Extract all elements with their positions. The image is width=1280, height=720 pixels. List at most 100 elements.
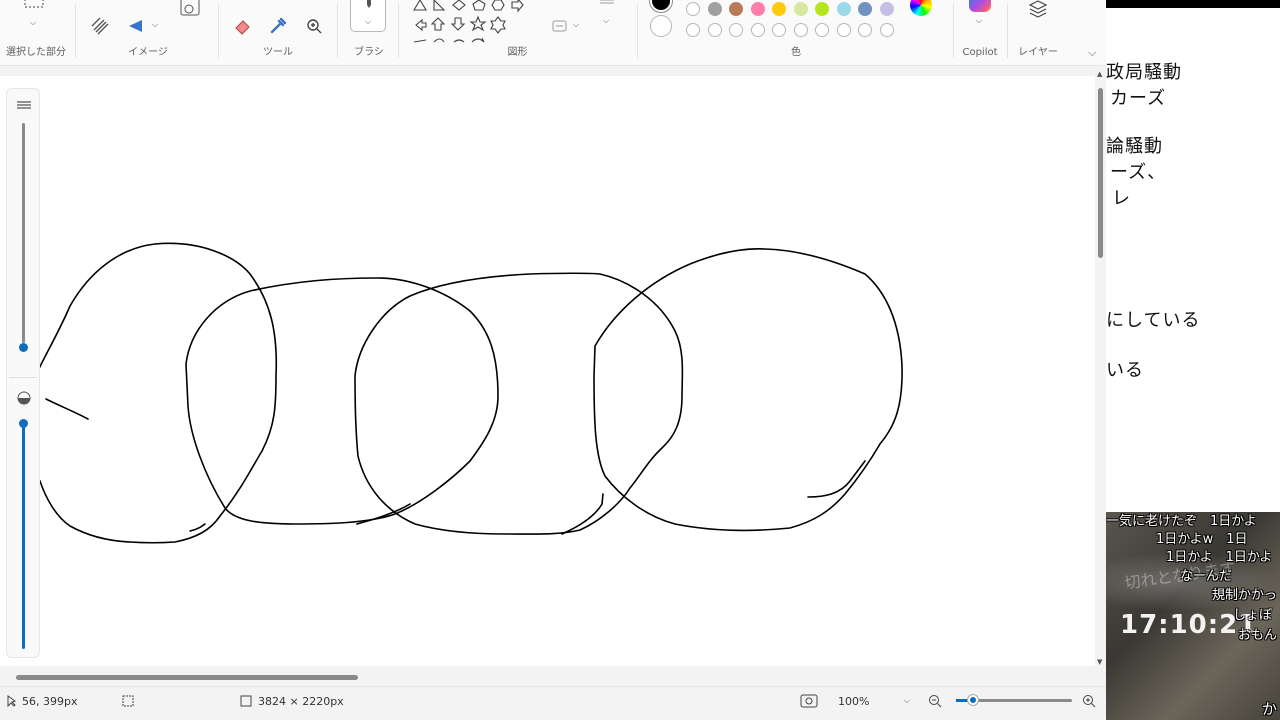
pointer-icon	[7, 695, 16, 707]
custom-color-swatch[interactable]	[793, 23, 808, 37]
color-swatch[interactable]	[793, 2, 808, 16]
image-group: ⌵ イメージ	[78, 0, 218, 66]
stroke-circle-2	[185, 277, 499, 525]
copilot-icon[interactable]	[969, 0, 991, 12]
color-swatch[interactable]	[815, 2, 829, 16]
chat-comment: 一気に老けたぞ 1日かよ	[1106, 514, 1257, 529]
vertical-scrollbar[interactable]: ▲ ▼	[1095, 66, 1106, 676]
size-slider-knob[interactable]	[19, 343, 28, 352]
color-swatch[interactable]	[836, 2, 851, 16]
custom-color-swatch[interactable]	[707, 23, 722, 37]
color-swatch[interactable]	[707, 2, 722, 16]
custom-color-swatch[interactable]	[879, 23, 894, 37]
chevron-down-icon[interactable]: ⌵	[152, 20, 158, 30]
color-picker-icon	[270, 17, 287, 34]
select-rect-button[interactable]	[22, 0, 46, 18]
selection-size	[122, 687, 134, 715]
scroll-up-arrow-icon[interactable]: ▲	[1097, 70, 1102, 78]
color1-swatch[interactable]	[650, 0, 672, 12]
zoom-in-button[interactable]	[1082, 687, 1096, 715]
colors-group: 色	[640, 0, 952, 66]
stroke-tail-1	[189, 523, 206, 532]
scroll-down-arrow-icon[interactable]: ▼	[1097, 658, 1102, 666]
paint-window: ⌵ 選択した部分 ⌵ イメージ ツール ⌵ ブラシ ⌵ ⌵ 図形 色 ⌵ Cop…	[0, 0, 1106, 720]
size-slider-track[interactable]	[22, 123, 25, 343]
stroke-tail-2	[356, 503, 411, 525]
custom-color-swatch[interactable]	[729, 23, 743, 37]
custom-color-swatch[interactable]	[772, 23, 786, 37]
image-group-label: イメージ	[128, 47, 168, 58]
color-swatch[interactable]	[686, 2, 700, 16]
fit-to-window-button[interactable]	[800, 687, 818, 715]
fill-shape-icon	[552, 20, 567, 32]
custom-color-swatch[interactable]	[836, 23, 851, 37]
overlay-line: にしている	[1106, 310, 1201, 331]
opacity-slider-track[interactable]	[22, 427, 25, 649]
overlay-line: カーズ	[1110, 88, 1167, 109]
canvas-size-text: 3824 × 2220px	[258, 694, 344, 708]
layers-group-label: レイヤー	[1018, 47, 1058, 58]
custom-color-swatch[interactable]	[750, 23, 765, 37]
fill-shape-button[interactable]	[548, 14, 572, 38]
horizontal-scrollbar[interactable]	[0, 670, 1095, 684]
brush-button[interactable]: ⌵	[350, 0, 386, 32]
opacity-icon	[17, 391, 31, 405]
chevron-down-icon[interactable]: ⌵	[30, 18, 36, 28]
color-swatch[interactable]	[750, 2, 765, 16]
cursor-position: 56, 399px	[6, 687, 77, 715]
shapes-group: ⌵ ⌵ 図形	[400, 0, 635, 66]
drawing-canvas[interactable]	[0, 76, 1095, 666]
fit-to-window-icon	[800, 694, 818, 708]
image-generate-button[interactable]	[178, 0, 202, 20]
zoom-in-icon	[1083, 695, 1096, 708]
overlay-line: ーズ、	[1110, 162, 1167, 183]
overlay-line: いる	[1106, 360, 1144, 381]
ribbon-divider	[218, 4, 219, 58]
custom-color-swatch[interactable]	[815, 23, 829, 37]
eraser-button[interactable]	[230, 14, 254, 38]
custom-color-swatch[interactable]	[858, 23, 872, 37]
zoom-select[interactable]: 100% ⌵	[838, 687, 910, 715]
image-generate-icon	[180, 0, 200, 16]
chat-comment: 1日かよw 1日	[1156, 532, 1248, 547]
zoom-slider-knob[interactable]	[968, 695, 978, 705]
chevron-down-icon[interactable]: ⌵	[573, 20, 579, 30]
overlay-line: 論騒動	[1106, 136, 1163, 157]
eraser-icon	[235, 20, 250, 35]
panel-divider	[9, 377, 37, 378]
color-swatch[interactable]	[772, 2, 786, 16]
chevron-down-icon: ⌵	[903, 696, 910, 705]
layers-button[interactable]	[1026, 0, 1050, 20]
brushes-group: ⌵ ブラシ	[340, 0, 398, 66]
copilot-group-label: Copilot	[962, 47, 998, 58]
zoom-out-icon	[929, 695, 942, 708]
zoom-slider-track[interactable]	[956, 695, 1072, 705]
color-swatch[interactable]	[729, 2, 743, 16]
color-picker-button[interactable]	[266, 14, 290, 38]
chat-comment: 規制かかっ	[1212, 588, 1278, 603]
ribbon-divider	[637, 4, 638, 58]
overlay-top-bar	[1106, 0, 1280, 8]
crop-button[interactable]	[88, 14, 112, 38]
color2-swatch[interactable]	[650, 15, 672, 37]
chevron-down-icon[interactable]: ⌵	[603, 16, 609, 26]
canvas-size-icon	[240, 695, 252, 707]
chevron-down-icon[interactable]: ⌵	[976, 16, 982, 26]
color-wheel-icon[interactable]	[910, 0, 932, 16]
overlay-line: 政局騒動	[1106, 62, 1182, 83]
color-swatch[interactable]	[858, 2, 872, 16]
vertical-scroll-thumb[interactable]	[1098, 88, 1103, 258]
horizontal-scroll-thumb[interactable]	[16, 675, 358, 680]
tools-group-label: ツール	[263, 47, 293, 58]
ribbon-divider	[1007, 4, 1008, 58]
zoom-out-button[interactable]	[928, 687, 942, 715]
outline-button[interactable]	[595, 0, 619, 16]
ribbon-collapse-chevron-icon[interactable]: ⌵	[1088, 46, 1096, 60]
chat-comment: 1日かよ 1日かよ	[1166, 550, 1273, 565]
color-swatch[interactable]	[879, 2, 894, 16]
magnifier-button[interactable]	[302, 14, 326, 38]
stroke-circle-3	[354, 272, 684, 535]
brush-icon	[367, 0, 371, 8]
rotate-button[interactable]	[124, 14, 148, 38]
custom-color-swatch[interactable]	[686, 23, 700, 37]
